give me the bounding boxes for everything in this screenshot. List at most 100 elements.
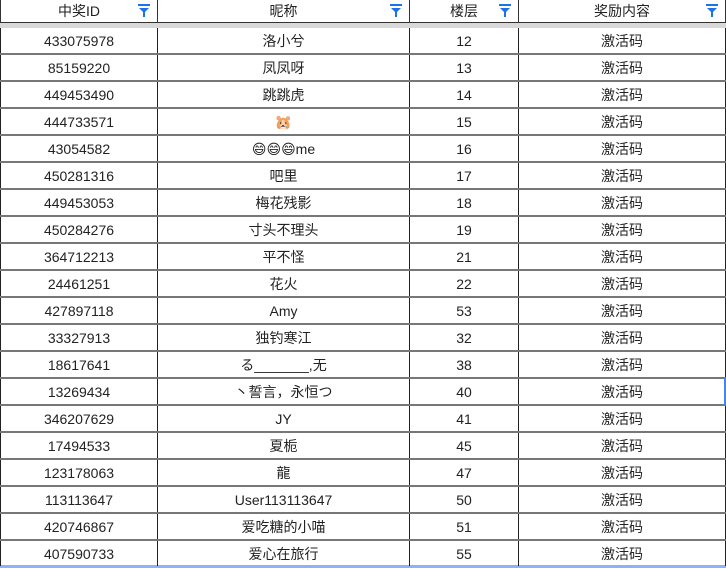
floor-cell[interactable]: 47 xyxy=(410,460,519,485)
nickname-cell[interactable]: 凤凤呀 xyxy=(158,55,410,80)
floor-cell[interactable]: 38 xyxy=(410,352,519,377)
nickname-cell[interactable]: JY xyxy=(158,406,410,431)
floor-cell[interactable]: 53 xyxy=(410,298,519,323)
reward-cell[interactable]: 激活码 xyxy=(519,514,726,539)
floor-cell[interactable]: 18 xyxy=(410,190,519,215)
nickname-cell[interactable]: 平不怪 xyxy=(158,244,410,269)
table-row[interactable]: 444733571 🐹 15 激活码 xyxy=(0,109,726,136)
floor-cell[interactable]: 22 xyxy=(410,271,519,296)
nickname-cell[interactable]: 跳跳虎 xyxy=(158,82,410,107)
winner-id-cell[interactable]: 420746867 xyxy=(0,514,158,539)
nickname-cell[interactable]: 龍 xyxy=(158,460,410,485)
reward-cell[interactable]: 激活码 xyxy=(519,406,726,431)
reward-cell[interactable]: 激活码 xyxy=(519,271,726,296)
floor-cell[interactable]: 50 xyxy=(410,487,519,512)
winner-id-cell[interactable]: 13269434 xyxy=(0,379,158,404)
table-row[interactable]: 18617641 る_______,无 38 激活码 xyxy=(0,352,726,379)
table-row[interactable]: 123178063 龍 47 激活码 xyxy=(0,460,726,487)
nickname-cell[interactable]: 夏栀 xyxy=(158,433,410,458)
floor-cell[interactable]: 17 xyxy=(410,163,519,188)
reward-cell[interactable]: 激活码 xyxy=(519,28,726,53)
reward-cell[interactable]: 激活码 xyxy=(519,190,726,215)
table-row[interactable]: 33327913 独钓寒江 32 激活码 xyxy=(0,325,726,352)
nickname-cell[interactable]: Amy xyxy=(158,298,410,323)
winner-id-cell[interactable]: 450281316 xyxy=(0,163,158,188)
nickname-cell[interactable]: 寸头不理头 xyxy=(158,217,410,242)
table-row[interactable]: 433075978 洛小兮 12 激活码 xyxy=(0,28,726,55)
reward-cell[interactable]: 激活码 xyxy=(519,460,726,485)
reward-cell[interactable]: 激活码 xyxy=(519,55,726,80)
reward-cell[interactable]: 激活码 xyxy=(519,541,726,566)
floor-cell[interactable]: 15 xyxy=(410,109,519,134)
winner-id-cell[interactable]: 444733571 xyxy=(0,109,158,134)
floor-cell[interactable]: 12 xyxy=(410,28,519,53)
floor-cell[interactable]: 19 xyxy=(410,217,519,242)
reward-cell[interactable]: 激活码 xyxy=(519,109,726,134)
winner-id-cell[interactable]: 17494533 xyxy=(0,433,158,458)
reward-cell[interactable]: 激活码 xyxy=(519,379,726,404)
table-row[interactable]: 420746867 爱吃糖的小喵 51 激活码 xyxy=(0,514,726,541)
table-row[interactable]: 43054582 😄😄😄me 16 激活码 xyxy=(0,136,726,163)
table-row[interactable]: 85159220 凤凤呀 13 激活码 xyxy=(0,55,726,82)
table-row[interactable]: 113113647 User113113647 50 激活码 xyxy=(0,487,726,514)
filter-icon[interactable] xyxy=(137,3,151,19)
winner-id-cell[interactable]: 18617641 xyxy=(0,352,158,377)
floor-cell[interactable]: 41 xyxy=(410,406,519,431)
nickname-cell[interactable]: 丶誓言，永恒つ xyxy=(158,379,410,404)
table-row[interactable]: 13269434 丶誓言，永恒つ 40 激活码 xyxy=(0,379,726,406)
table-row[interactable]: 24461251 花火 22 激活码 xyxy=(0,271,726,298)
reward-cell[interactable]: 激活码 xyxy=(519,82,726,107)
winner-id-cell[interactable]: 449453053 xyxy=(0,190,158,215)
reward-cell[interactable]: 激活码 xyxy=(519,163,726,188)
floor-cell[interactable]: 32 xyxy=(410,325,519,350)
reward-cell[interactable]: 激活码 xyxy=(519,433,726,458)
floor-cell[interactable]: 51 xyxy=(410,514,519,539)
nickname-cell[interactable]: User113113647 xyxy=(158,487,410,512)
column-header-nickname[interactable]: 昵称 xyxy=(158,0,410,22)
table-row[interactable]: 449453490 跳跳虎 14 激活码 xyxy=(0,82,726,109)
winner-id-cell[interactable]: 33327913 xyxy=(0,325,158,350)
filter-icon[interactable] xyxy=(498,3,512,19)
winner-id-cell[interactable]: 85159220 xyxy=(0,55,158,80)
nickname-cell[interactable]: 😄😄😄me xyxy=(158,136,410,161)
nickname-cell[interactable]: 爱心在旅行 xyxy=(158,541,410,566)
winner-id-cell[interactable]: 427897118 xyxy=(0,298,158,323)
winner-id-cell[interactable]: 346207629 xyxy=(0,406,158,431)
table-row[interactable]: 17494533 夏栀 45 激活码 xyxy=(0,433,726,460)
table-row[interactable]: 407590733 爱心在旅行 55 激活码 xyxy=(0,541,726,568)
column-header-floor[interactable]: 楼层 xyxy=(410,0,519,22)
floor-cell[interactable]: 21 xyxy=(410,244,519,269)
nickname-cell[interactable]: 花火 xyxy=(158,271,410,296)
table-row[interactable]: 427897118 Amy 53 激活码 xyxy=(0,298,726,325)
winner-id-cell[interactable]: 450284276 xyxy=(0,217,158,242)
nickname-cell[interactable]: 吧里 xyxy=(158,163,410,188)
reward-cell[interactable]: 激活码 xyxy=(519,352,726,377)
floor-cell[interactable]: 13 xyxy=(410,55,519,80)
reward-cell[interactable]: 激活码 xyxy=(519,487,726,512)
reward-cell[interactable]: 激活码 xyxy=(519,298,726,323)
nickname-cell[interactable]: 爱吃糖的小喵 xyxy=(158,514,410,539)
floor-cell[interactable]: 14 xyxy=(410,82,519,107)
floor-cell[interactable]: 45 xyxy=(410,433,519,458)
nickname-cell[interactable]: 梅花残影 xyxy=(158,190,410,215)
nickname-cell[interactable]: 🐹 xyxy=(158,109,410,134)
winner-id-cell[interactable]: 43054582 xyxy=(0,136,158,161)
winner-id-cell[interactable]: 364712213 xyxy=(0,244,158,269)
table-row[interactable]: 346207629 JY 41 激活码 xyxy=(0,406,726,433)
winner-id-cell[interactable]: 407590733 xyxy=(0,541,158,566)
filter-icon[interactable] xyxy=(705,3,719,19)
reward-cell[interactable]: 激活码 xyxy=(519,136,726,161)
winner-id-cell[interactable]: 449453490 xyxy=(0,82,158,107)
winner-id-cell[interactable]: 123178063 xyxy=(0,460,158,485)
floor-cell[interactable]: 16 xyxy=(410,136,519,161)
winner-id-cell[interactable]: 24461251 xyxy=(0,271,158,296)
floor-cell[interactable]: 55 xyxy=(410,541,519,566)
reward-cell[interactable]: 激活码 xyxy=(519,325,726,350)
winner-id-cell[interactable]: 433075978 xyxy=(0,28,158,53)
table-row[interactable]: 450281316 吧里 17 激活码 xyxy=(0,163,726,190)
floor-cell[interactable]: 40 xyxy=(410,379,519,404)
reward-cell[interactable]: 激活码 xyxy=(519,244,726,269)
nickname-cell[interactable]: 独钓寒江 xyxy=(158,325,410,350)
column-header-winner-id[interactable]: 中奖ID xyxy=(0,0,158,22)
column-header-reward[interactable]: 奖励内容 xyxy=(519,0,726,22)
